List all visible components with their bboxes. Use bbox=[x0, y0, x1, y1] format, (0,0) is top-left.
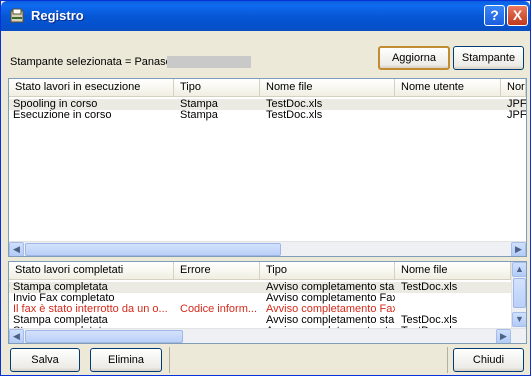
scroll-right-icon[interactable]: ▶ bbox=[496, 329, 511, 343]
completed-file-cell: TestDoc.xls bbox=[401, 315, 458, 326]
completed-horizontal-scrollbar[interactable]: ◀ ▶ bbox=[9, 328, 526, 343]
delete-button[interactable]: Elimina bbox=[90, 348, 162, 372]
completed-jobs-header: Stato lavori completati Errore Tipo Nome… bbox=[9, 262, 511, 280]
col-completed-status[interactable]: Stato lavori completati bbox=[9, 262, 174, 279]
printer-log-icon bbox=[10, 8, 24, 23]
completed-errore-cell bbox=[174, 282, 260, 293]
save-button[interactable]: Salva bbox=[10, 348, 80, 372]
table-row[interactable]: Esecuzione in corso Stampa TestDoc.xls J… bbox=[9, 110, 526, 121]
completed-file-cell: TestDoc.xls bbox=[401, 282, 458, 293]
col-running-extra[interactable]: Nor bbox=[501, 79, 526, 96]
running-status-cell: Spooling in corso bbox=[13, 99, 98, 110]
completed-vertical-scrollbar[interactable]: ▲ ▼ bbox=[511, 262, 526, 328]
col-running-type[interactable]: Tipo bbox=[174, 79, 260, 96]
close-button[interactable]: Chiudi bbox=[453, 348, 524, 372]
divider bbox=[169, 347, 170, 373]
running-file-cell: TestDoc.xls bbox=[266, 99, 323, 110]
help-button[interactable]: ? bbox=[484, 5, 505, 26]
scroll-right-icon[interactable]: ▶ bbox=[511, 242, 526, 256]
completed-stato-cell: Invio Fax completato bbox=[13, 293, 115, 304]
close-window-button[interactable]: X bbox=[507, 5, 528, 26]
completed-stato-cell: Il fax è stato interrotto da un o... bbox=[13, 304, 168, 315]
completed-tipo-cell: Avviso completamento sta... bbox=[266, 282, 395, 293]
title-bar[interactable]: Registro ? X bbox=[1, 1, 530, 31]
running-user-cell bbox=[395, 110, 501, 121]
scroll-thumb[interactable] bbox=[25, 330, 183, 343]
selected-printer-label: Stampante selezionata = Panasonic bbox=[10, 56, 186, 68]
table-row[interactable]: Stampa completata Avviso completamento st… bbox=[9, 282, 511, 293]
completed-file-cell bbox=[395, 304, 511, 315]
completed-errore-cell: Codice inform... bbox=[180, 304, 258, 315]
col-completed-type[interactable]: Tipo bbox=[260, 262, 395, 279]
scroll-left-icon[interactable]: ◀ bbox=[9, 242, 24, 256]
running-extra-cell: JPF bbox=[507, 99, 526, 110]
col-completed-filename[interactable]: Nome file bbox=[395, 262, 511, 279]
scroll-thumb[interactable] bbox=[25, 243, 281, 256]
running-type-cell: Stampa bbox=[180, 110, 218, 121]
table-row[interactable]: Il fax è stato interrotto da un o... Codi… bbox=[9, 304, 511, 315]
running-type-cell: Stampa bbox=[180, 99, 218, 110]
printer-name-redacted bbox=[167, 56, 251, 68]
completed-stato-cell: Stampa completata bbox=[13, 315, 108, 326]
completed-file-cell bbox=[395, 293, 511, 304]
completed-errore-cell bbox=[174, 315, 260, 326]
registro-window: Registro ? X Stampante selezionata = Pan… bbox=[0, 0, 531, 376]
scroll-left-icon[interactable]: ◀ bbox=[9, 329, 24, 343]
running-user-cell bbox=[395, 99, 501, 110]
running-jobs-list[interactable]: Stato lavori in esecuzione Tipo Nome fil… bbox=[8, 78, 527, 257]
completed-jobs-list[interactable]: Stato lavori completati Errore Tipo Nome… bbox=[8, 261, 527, 344]
scroll-down-icon[interactable]: ▼ bbox=[512, 312, 526, 327]
running-status-cell: Esecuzione in corso bbox=[13, 110, 112, 121]
col-completed-error[interactable]: Errore bbox=[174, 262, 260, 279]
table-row[interactable]: Invio Fax completato Avviso completamento… bbox=[9, 293, 511, 304]
window-title: Registro bbox=[31, 8, 84, 23]
running-horizontal-scrollbar[interactable]: ◀ ▶ bbox=[9, 241, 526, 256]
col-running-username[interactable]: Nome utente bbox=[395, 79, 501, 96]
table-row[interactable]: Spooling in corso Stampa TestDoc.xls JPF bbox=[9, 99, 526, 110]
running-file-cell: TestDoc.xls bbox=[266, 110, 323, 121]
completed-tipo-cell: Avviso completamento Fax... bbox=[266, 304, 395, 315]
table-row[interactable]: Stampa completata Avviso completamento st… bbox=[9, 315, 511, 326]
scroll-thumb[interactable] bbox=[513, 278, 526, 308]
running-jobs-header: Stato lavori in esecuzione Tipo Nome fil… bbox=[9, 79, 526, 97]
completed-errore-cell bbox=[174, 293, 260, 304]
completed-tipo-cell: Avviso completamento Fax... bbox=[266, 293, 395, 304]
col-running-status[interactable]: Stato lavori in esecuzione bbox=[9, 79, 174, 96]
refresh-button[interactable]: Aggiorna bbox=[378, 46, 450, 70]
running-extra-cell: JPF bbox=[507, 110, 526, 121]
printer-button[interactable]: Stampante bbox=[453, 46, 524, 70]
scroll-up-icon[interactable]: ▲ bbox=[512, 262, 526, 277]
divider bbox=[447, 347, 448, 373]
completed-stato-cell: Stampa completata bbox=[13, 282, 108, 293]
col-running-filename[interactable]: Nome file bbox=[260, 79, 395, 96]
completed-tipo-cell: Avviso completamento sta... bbox=[266, 315, 395, 326]
